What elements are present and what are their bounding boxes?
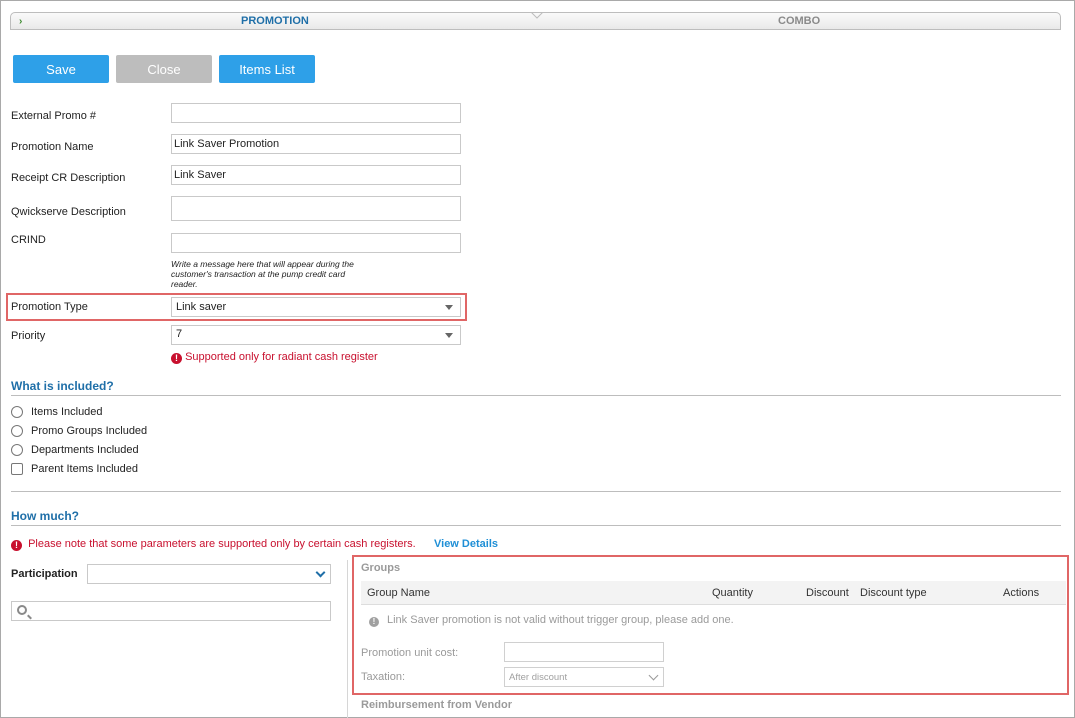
- error-icon: !: [171, 353, 182, 364]
- caret-down-icon: [445, 305, 453, 310]
- column-actions: Actions: [1003, 587, 1040, 599]
- option-label: Departments Included: [31, 444, 139, 456]
- column-discount: Discount: [806, 587, 849, 599]
- priority-warning: ! Supported only for radiant cash regist…: [171, 351, 378, 364]
- participation-select[interactable]: [87, 564, 331, 584]
- how-much-section-title: How much?: [11, 509, 79, 523]
- search-icon: [17, 605, 27, 615]
- crind-label: CRIND: [11, 234, 46, 246]
- search-input[interactable]: [11, 601, 331, 621]
- external-promo-label: External Promo #: [11, 110, 96, 122]
- promotion-type-label: Promotion Type: [11, 301, 88, 313]
- groups-empty-message: ! Link Saver promotion is not valid witho…: [369, 614, 734, 627]
- crind-hint: Write a message here that will appear du…: [171, 259, 354, 289]
- caret-down-icon: [445, 333, 453, 338]
- qwickserve-label: Qwickserve Description: [11, 206, 126, 218]
- arrow-right-icon: ›: [19, 16, 23, 27]
- groups-empty-message-text: Link Saver promotion is not valid withou…: [387, 614, 734, 626]
- cash-register-note-text: Please note that some parameters are sup…: [28, 538, 416, 550]
- receipt-cr-input[interactable]: [171, 165, 461, 185]
- taxation-select[interactable]: After discount: [504, 667, 664, 687]
- groups-title: Groups: [361, 562, 401, 574]
- view-details-link[interactable]: View Details: [434, 538, 498, 550]
- chevron-down-icon: [648, 670, 659, 681]
- radio-button[interactable]: [11, 425, 23, 437]
- items-included-option[interactable]: Items Included: [11, 406, 103, 418]
- radio-button[interactable]: [11, 444, 23, 456]
- option-label: Items Included: [31, 406, 103, 418]
- priority-select[interactable]: 7: [171, 325, 461, 345]
- departments-included-option[interactable]: Departments Included: [11, 444, 139, 456]
- section-divider: [11, 525, 1061, 526]
- reimbursement-title: Reimbursement from Vendor: [361, 699, 512, 711]
- qwickserve-textarea[interactable]: [171, 196, 461, 221]
- option-label: Parent Items Included: [31, 463, 139, 475]
- receipt-cr-label: Receipt CR Description: [11, 172, 126, 184]
- priority-warning-text: Supported only for radiant cash register: [185, 351, 378, 363]
- groups-table-header: Group Name Quantity Discount Discount ty…: [361, 581, 1066, 605]
- external-promo-input[interactable]: [171, 103, 461, 123]
- taxation-value: After discount: [509, 672, 568, 683]
- unit-cost-input[interactable]: [504, 642, 664, 662]
- participation-label: Participation: [11, 568, 78, 580]
- radio-button[interactable]: [11, 406, 23, 418]
- info-icon: !: [369, 617, 379, 627]
- promotion-name-input[interactable]: [171, 134, 461, 154]
- priority-label: Priority: [11, 330, 46, 342]
- checkbox[interactable]: [11, 463, 23, 475]
- chevron-down-icon: [315, 567, 326, 578]
- promotion-type-value: Link saver: [176, 301, 227, 313]
- crind-input[interactable]: [171, 233, 461, 253]
- section-divider: [11, 491, 1061, 492]
- option-label: Promo Groups Included: [31, 425, 148, 437]
- cash-register-note: ! Please note that some parameters are s…: [11, 538, 416, 551]
- wizard-step-combo[interactable]: COMBO: [778, 15, 820, 27]
- parent-items-included-option[interactable]: Parent Items Included: [11, 463, 138, 475]
- section-divider: [11, 395, 1061, 396]
- included-section-title: What is included?: [11, 379, 114, 393]
- unit-cost-label: Promotion unit cost:: [361, 647, 459, 659]
- taxation-label: Taxation:: [361, 671, 406, 683]
- column-group-name: Group Name: [367, 587, 430, 599]
- wizard-step-promotion[interactable]: PROMOTION: [241, 15, 309, 27]
- column-quantity: Quantity: [712, 587, 753, 599]
- save-button[interactable]: Save: [13, 55, 109, 83]
- promo-groups-included-option[interactable]: Promo Groups Included: [11, 425, 147, 437]
- close-button[interactable]: Close: [116, 55, 212, 83]
- promotion-type-select[interactable]: Link saver: [171, 297, 461, 317]
- items-list-button[interactable]: Items List: [219, 55, 315, 83]
- error-icon: !: [11, 540, 22, 551]
- column-discount-type: Discount type: [860, 587, 927, 599]
- wizard-bar: › PROMOTION COMBO: [10, 12, 1061, 30]
- priority-value: 7: [176, 328, 183, 340]
- wizard-separator-icon: [531, 12, 543, 19]
- promotion-name-label: Promotion Name: [11, 141, 94, 153]
